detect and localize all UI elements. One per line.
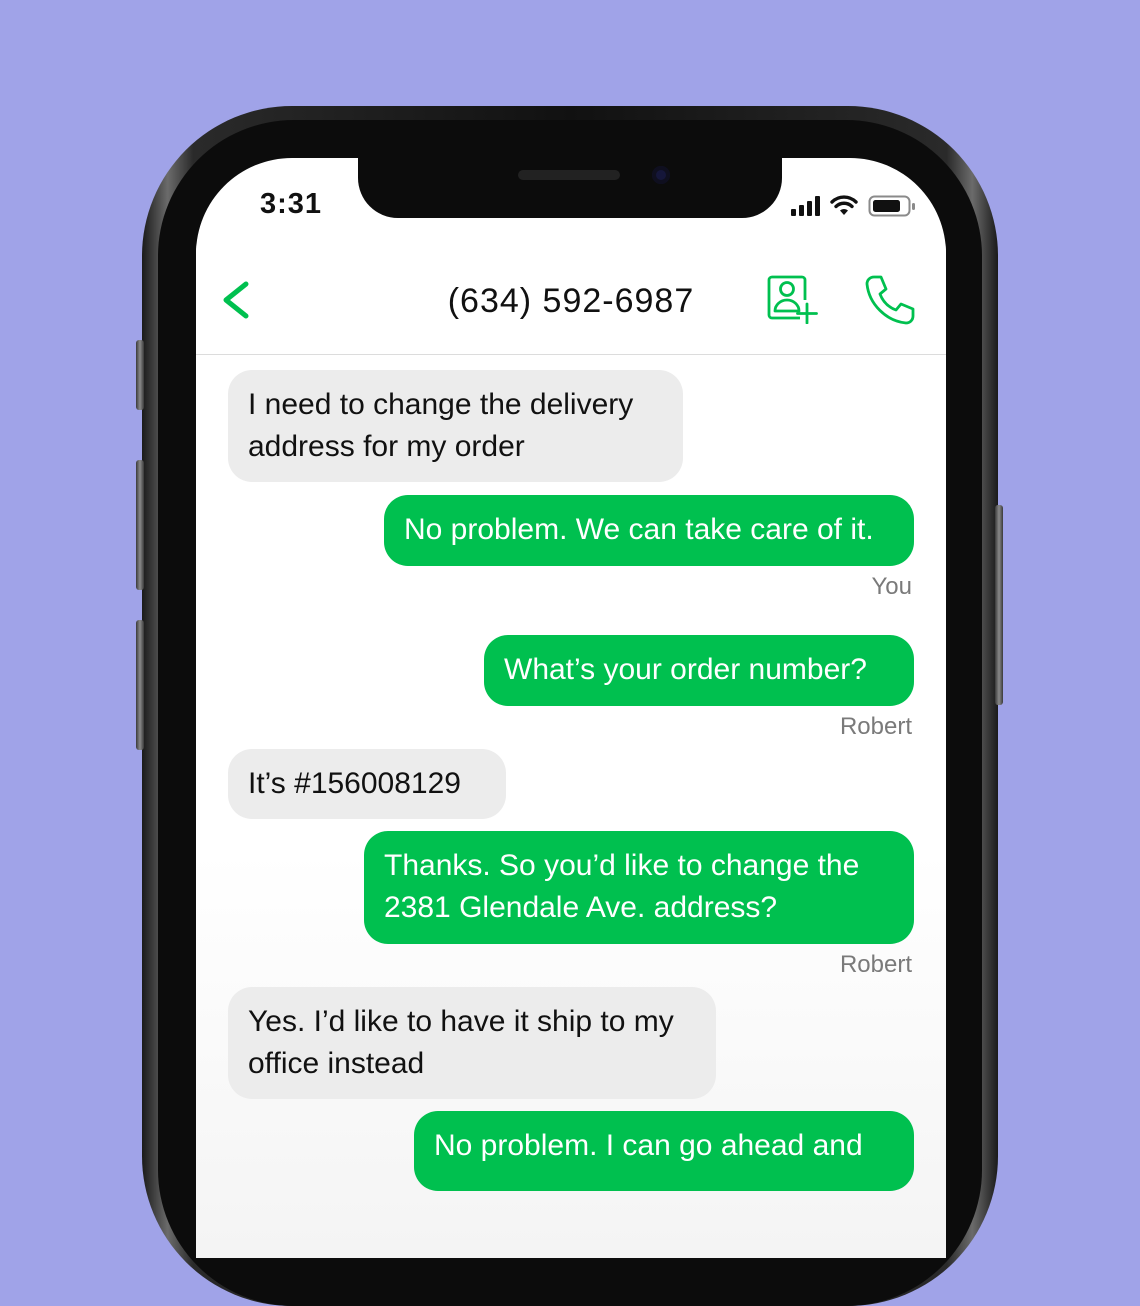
phone-call-icon[interactable]	[864, 274, 916, 326]
message-outgoing: What’s your order number?	[484, 635, 914, 706]
add-contact-icon[interactable]	[766, 274, 820, 324]
conversation-header: (634) 592-6987	[196, 244, 946, 355]
message-incoming: Yes. I’d like to have it ship to my offi…	[228, 987, 716, 1099]
message-incoming: I need to change the delivery address fo…	[228, 370, 683, 482]
signal-icon	[791, 196, 820, 216]
front-camera	[652, 166, 670, 184]
message-sender: Robert	[839, 951, 912, 978]
message-sender: You	[871, 573, 913, 600]
message-outgoing: No problem. I can go ahead and	[414, 1111, 914, 1191]
speaker-grille	[518, 170, 620, 180]
power-button	[995, 505, 1003, 705]
notch	[358, 158, 782, 218]
screen: 3:31 (634) 592-6987 I need to change the…	[196, 158, 946, 1258]
volume-up-button	[136, 460, 144, 590]
conversation-title: (634) 592-6987	[447, 282, 695, 320]
message-outgoing: Thanks. So you’d like to change the 2381…	[364, 831, 914, 944]
volume-down-button	[136, 620, 144, 750]
status-icons	[791, 194, 916, 218]
message-incoming: It’s #156008129	[228, 749, 506, 819]
status-time: 3:31	[260, 188, 323, 220]
message-thread: I need to change the delivery address fo…	[196, 355, 946, 1258]
message-sender: Robert	[839, 713, 912, 740]
wifi-icon	[830, 195, 858, 215]
message-outgoing: No problem. We can take care of it.	[384, 495, 914, 566]
battery-icon	[868, 195, 915, 217]
side-button	[136, 340, 144, 410]
